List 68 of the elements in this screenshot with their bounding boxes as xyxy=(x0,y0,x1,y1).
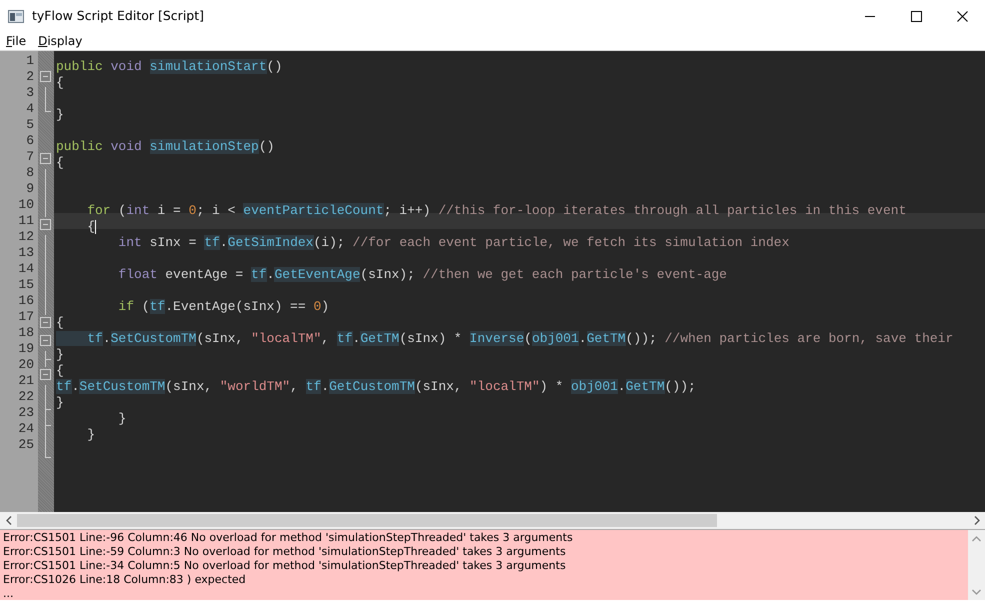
line-number: 12 xyxy=(17,229,35,245)
code-line: { xyxy=(55,155,64,171)
code-line: for (int i = 0; i < eventParticleCount; i++) //this for-loop iterates through all particles in this event xyxy=(86,203,906,219)
line-number: 25 xyxy=(17,437,35,453)
line-number: 6 xyxy=(25,133,35,149)
fold-toggle-icon[interactable] xyxy=(40,335,51,346)
fold-toggle-icon[interactable] xyxy=(40,369,51,380)
line-number: 5 xyxy=(25,117,35,133)
line-number: 24 xyxy=(17,421,35,437)
line-number: 18 xyxy=(17,325,35,341)
scroll-down-icon[interactable] xyxy=(972,588,981,594)
app-icon xyxy=(8,10,24,22)
scroll-right-icon[interactable] xyxy=(974,516,980,525)
code-line: { xyxy=(86,219,96,235)
code-line: { xyxy=(55,363,64,379)
error-message: Error:CS1501 Line:-34 Column:5 No overload for method 'simulationStepThreaded' takes 3 arguments xyxy=(2,558,567,572)
fold-toggle-icon[interactable] xyxy=(40,317,51,328)
menu-item[interactable]: Display xyxy=(32,32,88,50)
code-line: tf.SetCustomTM(sInx, "localTM", tf.GetTM(sInx) * Inverse(obj001.GetTM()); //when particles are born, save their xyxy=(54,331,954,347)
scroll-left-icon[interactable] xyxy=(6,516,12,525)
line-number: 23 xyxy=(17,405,35,421)
line-number: 3 xyxy=(25,85,35,101)
error-message: Error:CS1026 Line:18 Column:83 ) expected xyxy=(2,572,247,586)
line-number: 17 xyxy=(17,309,35,325)
code-line: } xyxy=(55,347,64,363)
line-number: 16 xyxy=(17,293,35,309)
line-number: 14 xyxy=(17,261,35,277)
fold-toggle-icon[interactable] xyxy=(40,71,51,82)
code-line: if (tf.EventAge(sInx) == 0) xyxy=(117,299,330,315)
code-line: public void simulationStep() xyxy=(55,139,274,155)
line-number: 13 xyxy=(17,245,35,261)
close-icon[interactable] xyxy=(956,10,968,22)
window-title: tyFlow Script Editor [Script] xyxy=(32,6,206,25)
fold-toggle-icon[interactable] xyxy=(40,219,51,230)
fold-toggle-icon[interactable] xyxy=(40,153,51,164)
menu-item[interactable]: File xyxy=(0,32,32,50)
code-line: tf.SetCustomTM(sInx, "worldTM", tf.GetCustomTM(sInx, "localTM") * obj001.GetTM()); xyxy=(55,379,696,395)
line-number: 15 xyxy=(17,277,35,293)
scroll-thumb[interactable] xyxy=(17,514,717,527)
line-number: 4 xyxy=(25,101,35,117)
line-number: 8 xyxy=(25,165,35,181)
line-number: 20 xyxy=(17,357,35,373)
maximize-icon[interactable] xyxy=(910,10,922,22)
error-message: ... xyxy=(2,586,14,600)
error-message: Error:CS1501 Line:-96 Column:46 No overload for method 'simulationStepThreaded' takes 3 arguments xyxy=(2,530,574,544)
line-number: 1 xyxy=(25,53,35,69)
code-line: float eventAge = tf.GetEventAge(sInx); //then we get each particle's event-age xyxy=(117,267,727,283)
line-number: 11 xyxy=(17,213,35,229)
line-number: 19 xyxy=(17,341,35,357)
line-number: 22 xyxy=(17,389,35,405)
code-line: } xyxy=(86,427,96,443)
code-line: { xyxy=(55,315,64,331)
line-number: 9 xyxy=(25,181,35,197)
code-line: } xyxy=(117,411,126,427)
horizontal-scrollbar[interactable] xyxy=(0,512,985,529)
code-line: } xyxy=(55,107,64,123)
code-line: int sInx = tf.GetSimIndex(i); //for each event particle, we fetch its simulation index xyxy=(117,235,790,251)
code-line: { xyxy=(55,75,64,91)
line-number: 21 xyxy=(17,373,35,389)
scroll-up-icon[interactable] xyxy=(972,536,981,542)
line-number: 10 xyxy=(17,197,35,213)
fold-guide-line xyxy=(45,351,51,367)
code-line: public void simulationStart() xyxy=(55,59,282,75)
error-message: Error:CS1501 Line:-59 Column:3 No overload for method 'simulationStepThreaded' takes 3 arguments xyxy=(2,544,567,558)
vertical-scrollbar[interactable] xyxy=(968,530,985,600)
line-number: 7 xyxy=(25,149,35,165)
code-line: } xyxy=(55,395,64,411)
line-number: 2 xyxy=(25,69,35,85)
